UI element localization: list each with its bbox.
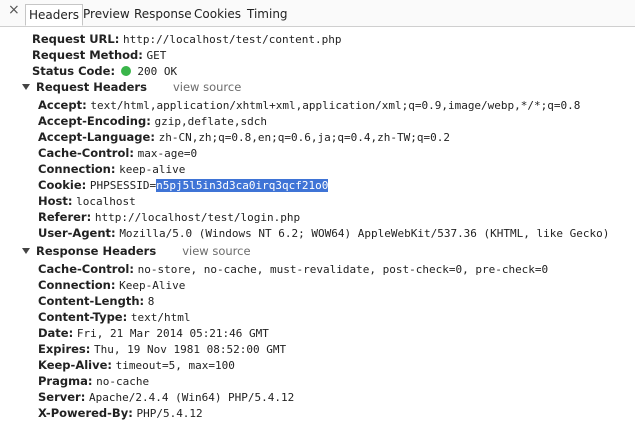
header-value: Thu, 19 Nov 1981 08:52:00 GMT bbox=[94, 343, 287, 356]
header-value: Fri, 21 Mar 2014 05:21:46 GMT bbox=[76, 327, 269, 340]
header-key: Referer: bbox=[38, 210, 92, 224]
header-key: Pragma: bbox=[38, 374, 93, 388]
request-header-row: Accept-Encoding: gzip,deflate,sdch bbox=[38, 113, 267, 129]
tab-preview[interactable]: Preview bbox=[80, 4, 133, 26]
response-headers-section[interactable]: Response Headers view source bbox=[22, 243, 251, 259]
header-key: Keep-Alive: bbox=[38, 358, 112, 372]
tab-headers[interactable]: Headers bbox=[25, 4, 83, 26]
response-header-row: Cache-Control: no-store, no-cache, must-… bbox=[38, 261, 548, 277]
header-value: keep-alive bbox=[119, 163, 186, 176]
header-key: Cache-Control: bbox=[38, 262, 134, 276]
request-header-row: Host: localhost bbox=[38, 193, 136, 209]
response-header-row: Content-Type: text/html bbox=[38, 309, 190, 325]
request-method-row: Request Method: GET bbox=[32, 47, 166, 63]
request-headers-title: Request Headers bbox=[36, 80, 147, 94]
header-key: Cookie: bbox=[38, 178, 87, 192]
response-header-row: Content-Length: 8 bbox=[38, 293, 154, 309]
response-header-row: Server: Apache/2.4.4 (Win64) PHP/5.4.12 bbox=[38, 389, 294, 405]
header-value: Mozilla/5.0 (Windows NT 6.2; WOW64) Appl… bbox=[119, 227, 610, 240]
request-header-row: Cache-Control: max-age=0 bbox=[38, 145, 197, 161]
header-value: zh-CN,zh;q=0.8,en;q=0.6,ja;q=0.4,zh-TW;q… bbox=[158, 131, 450, 144]
header-key: Cache-Control: bbox=[38, 146, 134, 160]
tab-cookies[interactable]: Cookies bbox=[191, 4, 244, 26]
header-value: 8 bbox=[147, 295, 155, 308]
header-value: no-cache bbox=[96, 375, 150, 388]
header-key: Content-Length: bbox=[38, 294, 145, 308]
header-key: Accept-Encoding: bbox=[38, 114, 151, 128]
request-header-row: User-Agent: Mozilla/5.0 (Windows NT 6.2;… bbox=[38, 225, 609, 241]
response-header-row: Expires: Thu, 19 Nov 1981 08:52:00 GMT bbox=[38, 341, 286, 357]
header-key: Server: bbox=[38, 390, 86, 404]
header-key: Expires: bbox=[38, 342, 91, 356]
header-key: Date: bbox=[38, 326, 74, 340]
request-header-row: Accept: text/html,application/xhtml+xml,… bbox=[38, 97, 580, 113]
response-view-source-link[interactable]: view source bbox=[182, 244, 250, 258]
header-value: text/html,application/xhtml+xml,applicat… bbox=[90, 99, 581, 112]
header-key: X-Powered-By: bbox=[38, 406, 133, 420]
request-view-source-link[interactable]: view source bbox=[173, 80, 241, 94]
request-method-key: Request Method: bbox=[32, 48, 143, 62]
header-value: http://localhost/test/login.php bbox=[94, 211, 301, 224]
header-value: PHPSESSID= bbox=[89, 179, 157, 192]
request-header-row: Accept-Language: zh-CN,zh;q=0.8,en;q=0.6… bbox=[38, 129, 450, 145]
expand-triangle-icon[interactable] bbox=[22, 247, 30, 254]
header-value: text/html bbox=[130, 311, 191, 324]
tab-timing[interactable]: Timing bbox=[244, 4, 291, 26]
header-key: Accept: bbox=[38, 98, 87, 112]
selected-session-id[interactable]: n5pj5l5in3d3ca0irq3qcf21o0 bbox=[156, 179, 329, 192]
expand-triangle-icon[interactable] bbox=[22, 83, 30, 90]
request-header-row: Connection: keep-alive bbox=[38, 161, 185, 177]
request-header-row: Cookie: PHPSESSID=n5pj5l5in3d3ca0irq3qcf… bbox=[38, 177, 329, 193]
header-key: Connection: bbox=[38, 278, 116, 292]
header-key: Host: bbox=[38, 194, 73, 208]
request-headers-section[interactable]: Request Headers view source bbox=[22, 79, 241, 95]
request-url-value: http://localhost/test/content.php bbox=[123, 33, 342, 46]
request-method-value: GET bbox=[146, 49, 167, 62]
tab-response[interactable]: Response bbox=[131, 4, 195, 26]
devtools-tabbar: × Headers Preview Response Cookies Timin… bbox=[0, 0, 635, 27]
response-headers-title: Response Headers bbox=[36, 244, 157, 258]
header-key: Connection: bbox=[38, 162, 116, 176]
request-url-key: Request URL: bbox=[32, 32, 120, 46]
request-header-row: Referer: http://localhost/test/login.php bbox=[38, 209, 300, 225]
header-value: Keep-Alive bbox=[119, 279, 186, 292]
header-value: no-store, no-cache, must-revalidate, pos… bbox=[137, 263, 549, 276]
header-value: localhost bbox=[76, 195, 136, 208]
status-code-row: Status Code: 200 OK bbox=[32, 63, 177, 79]
response-header-row: X-Powered-By: PHP/5.4.12 bbox=[38, 405, 203, 421]
status-code-key: Status Code: bbox=[32, 64, 116, 78]
close-icon[interactable]: × bbox=[8, 2, 20, 18]
header-value: PHP/5.4.12 bbox=[136, 407, 203, 420]
header-value: gzip,deflate,sdch bbox=[154, 115, 268, 128]
header-key: Content-Type: bbox=[38, 310, 128, 324]
status-code-value: 200 OK bbox=[137, 65, 178, 78]
header-value: timeout=5, max=100 bbox=[115, 359, 235, 372]
header-value: Apache/2.4.4 (Win64) PHP/5.4.12 bbox=[88, 391, 295, 404]
header-key: User-Agent: bbox=[38, 226, 116, 240]
header-value: max-age=0 bbox=[137, 147, 198, 160]
response-header-row: Keep-Alive: timeout=5, max=100 bbox=[38, 357, 235, 373]
request-url-row: Request URL: http://localhost/test/conte… bbox=[32, 31, 342, 47]
header-key: Accept-Language: bbox=[38, 130, 155, 144]
response-header-row: Connection: Keep-Alive bbox=[38, 277, 185, 293]
response-header-row: Pragma: no-cache bbox=[38, 373, 149, 389]
status-ok-icon bbox=[120, 65, 131, 76]
response-header-row: Date: Fri, 21 Mar 2014 05:21:46 GMT bbox=[38, 325, 269, 341]
